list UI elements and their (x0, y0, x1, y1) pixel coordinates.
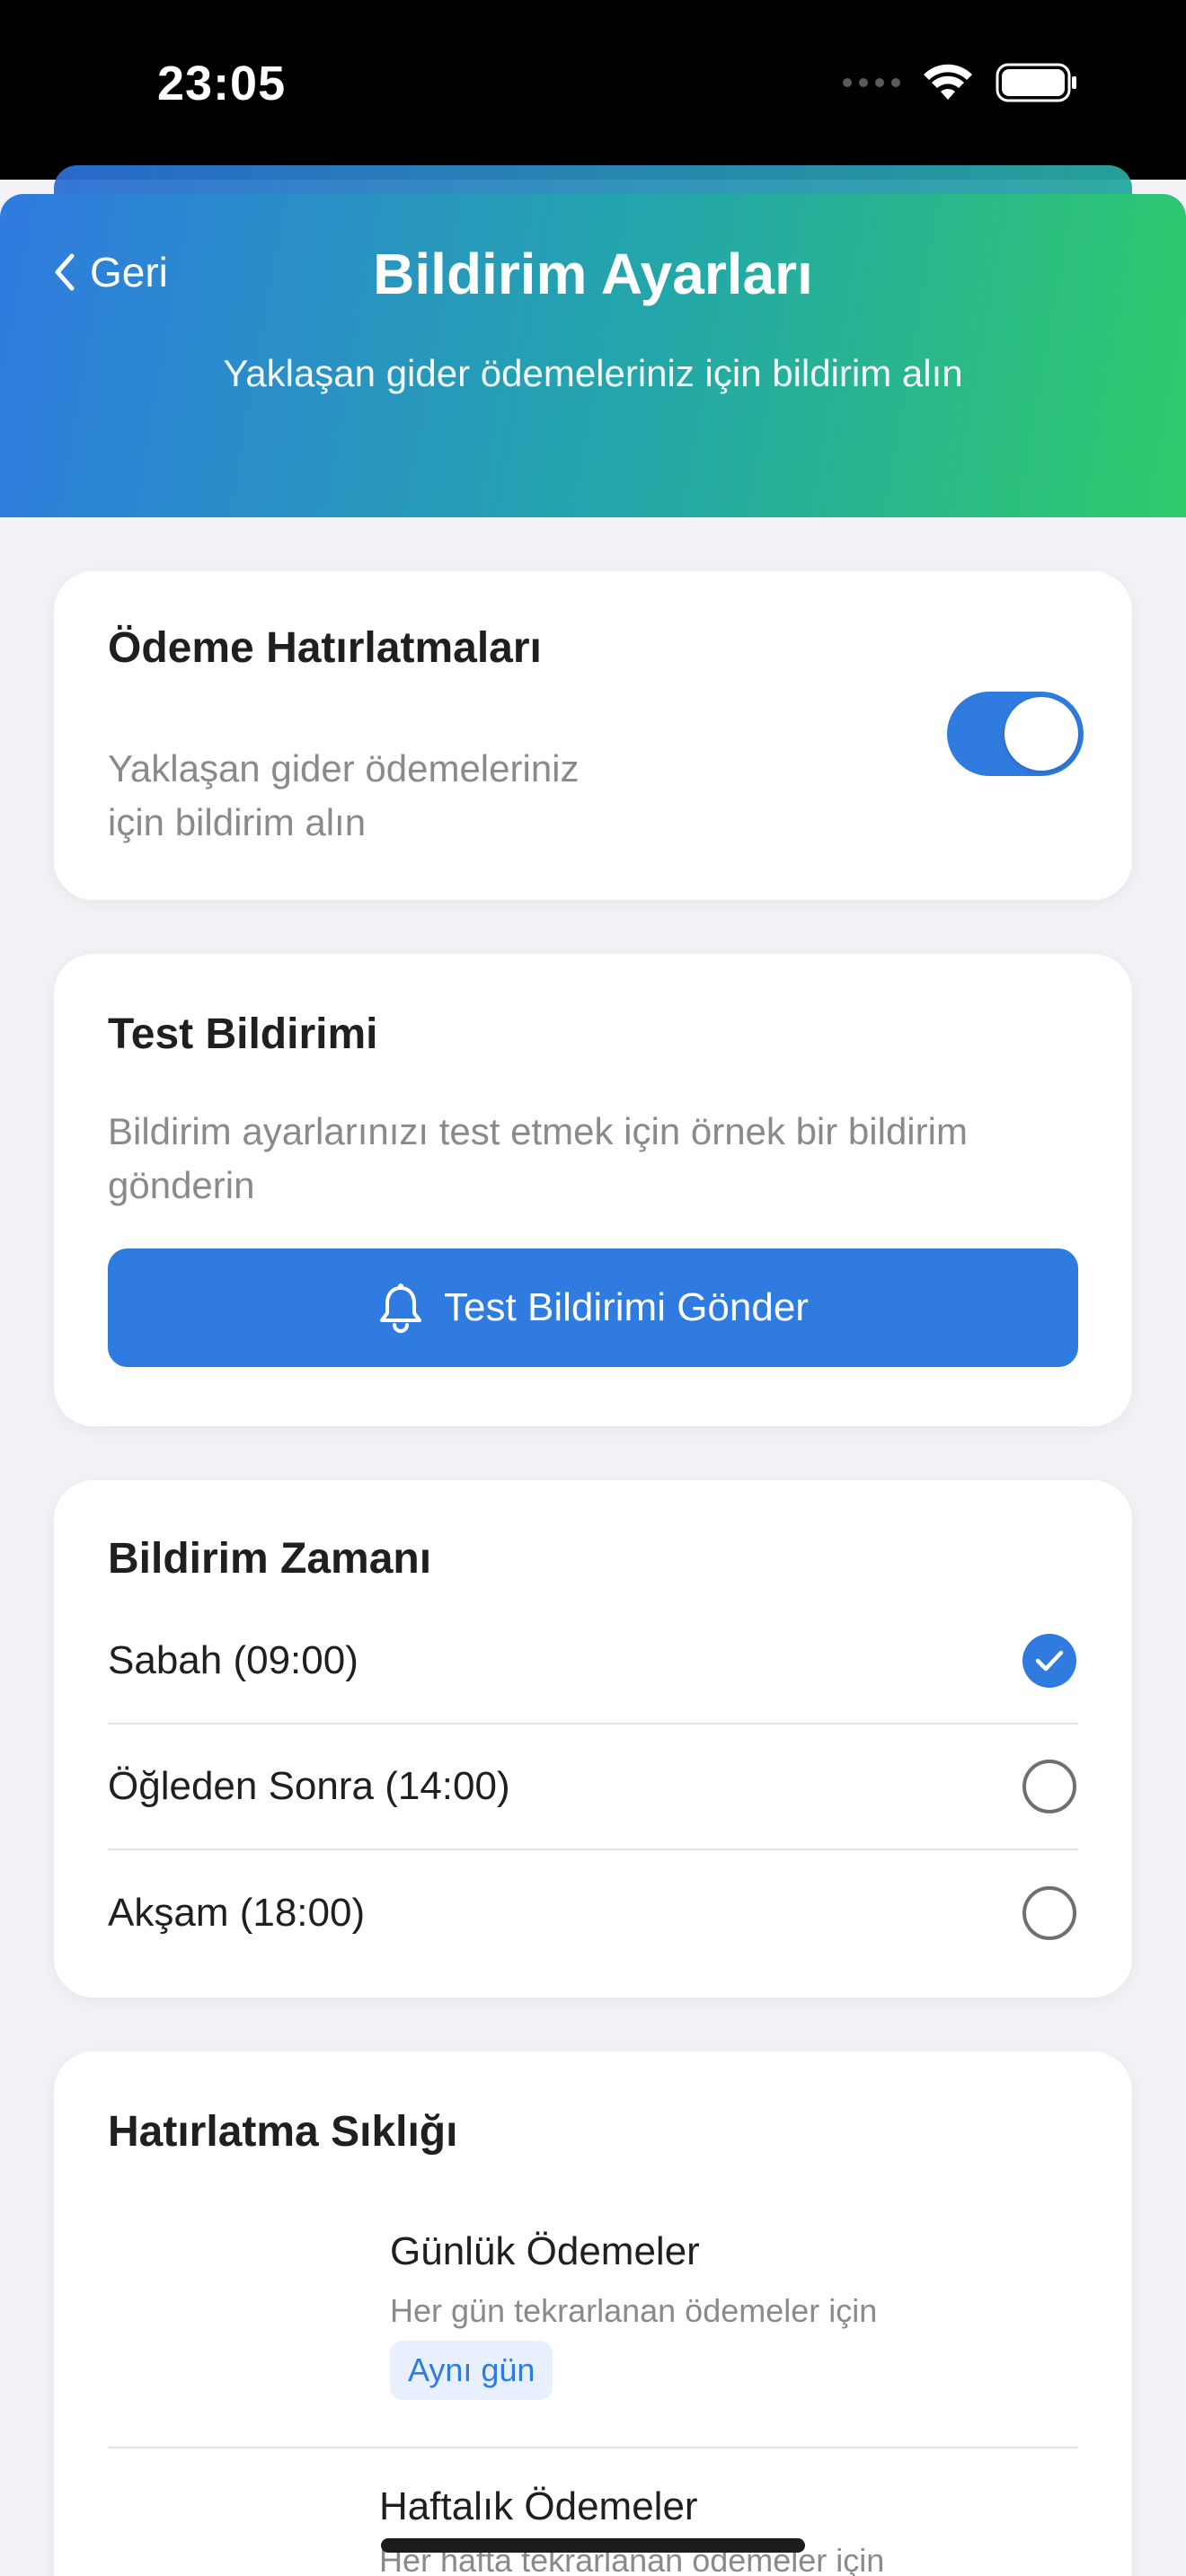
notification-settings-screen: 23:05 Geri Bildirim Ayarları Yaklaşan gi… (0, 0, 1186, 2576)
time-title: Bildirim Zamanı (108, 1535, 432, 1583)
page-title: Bildirim Ayarları (373, 242, 813, 306)
notification-time-card: Bildirim Zamanı Sabah (09:00) Öğleden So… (54, 1480, 1132, 1998)
time-option-afternoon[interactable]: Öğleden Sonra (14:00) (108, 1725, 1078, 1850)
radio-unchecked[interactable] (1022, 1886, 1076, 1940)
radio-checked[interactable] (1022, 1634, 1076, 1688)
checkmark-icon (1035, 1650, 1064, 1672)
page-subtitle: Yaklaşan gider ödemeleriniz için bildiri… (223, 352, 963, 394)
payment-reminders-card: Ödeme Hatırlatmaları Yaklaşan gider ödem… (54, 571, 1132, 900)
send-test-label: Test Bildirimi Gönder (444, 1285, 809, 1329)
test-description: Bildirim ayarlarınızı test etmek için ör… (108, 1110, 968, 1206)
test-notification-card: Test Bildirimi Bildirim ayarlarınızı tes… (54, 954, 1132, 1426)
bell-icon (380, 1284, 422, 1333)
radio-unchecked[interactable] (1022, 1760, 1076, 1813)
frequency-item-title: Haftalık Ödemeler (379, 2484, 698, 2528)
header: Geri Bildirim Ayarları Yaklaşan gider öd… (0, 194, 1186, 517)
send-test-notification-button[interactable]: Test Bildirimi Gönder (108, 1248, 1078, 1367)
signal-icon (843, 78, 900, 87)
time-option-morning[interactable]: Sabah (09:00) (108, 1599, 1078, 1725)
frequency-item-title: Günlük Ödemeler (390, 2229, 700, 2273)
reminders-description: Yaklaşan gider ödemeleriniz için bildiri… (108, 747, 580, 843)
toggle-knob (1005, 697, 1078, 771)
status-time: 23:05 (157, 57, 287, 110)
test-title: Test Bildirimi (108, 1010, 378, 1058)
reminder-frequency-card: Hatırlatma Sıklığı Günlük Ödemeler Her g… (54, 2051, 1132, 2576)
reminders-title: Ödeme Hatırlatmaları (108, 624, 542, 672)
frequency-item-description: Her gün tekrarlanan ödemeler için (390, 2292, 878, 2329)
wifi-icon (924, 64, 972, 100)
time-option-label: Sabah (09:00) (108, 1638, 358, 1682)
status-icons (843, 63, 1078, 102)
status-bar: 23:05 (0, 0, 1186, 180)
battery-icon (996, 63, 1076, 102)
time-option-label: Öğleden Sonra (14:00) (108, 1764, 510, 1808)
time-option-label: Akşam (18:00) (108, 1891, 366, 1935)
home-indicator (381, 2538, 805, 2553)
frequency-badge[interactable]: Aynı gün (390, 2341, 553, 2400)
content: Ödeme Hatırlatmaları Yaklaşan gider ödem… (0, 517, 1186, 2576)
frequency-item-daily[interactable]: Günlük Ödemeler Her gün tekrarlanan ödem… (108, 2204, 1078, 2448)
time-option-evening[interactable]: Akşam (18:00) (108, 1850, 1078, 1976)
reminders-toggle[interactable] (947, 692, 1084, 776)
frequency-title: Hatırlatma Sıklığı (108, 2108, 458, 2156)
frequency-item-weekly[interactable]: Haftalık Ödemeler Her hafta tekrarlanan … (108, 2448, 1078, 2576)
